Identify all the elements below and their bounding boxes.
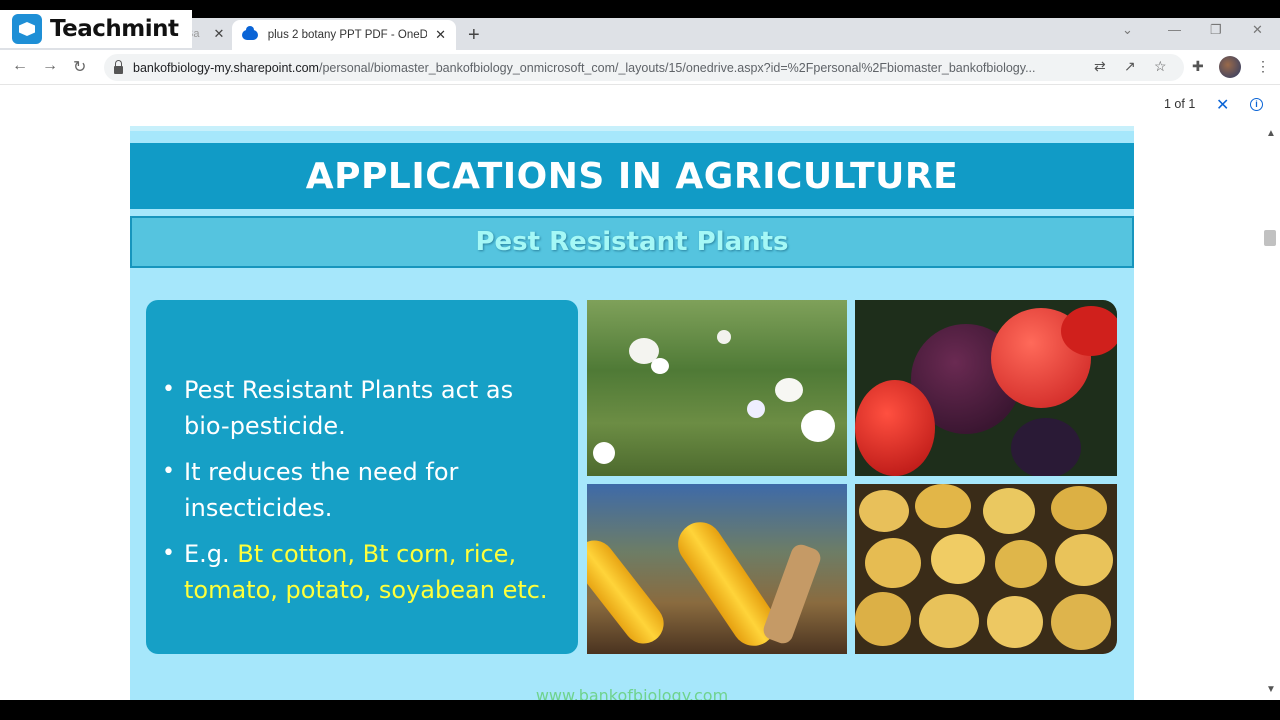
lock-icon (114, 59, 123, 74)
info-icon[interactable]: i (1250, 98, 1263, 111)
scroll-down-arrow-icon[interactable]: ▼ (1266, 684, 1276, 695)
slide-title: APPLICATIONS IN AGRICULTURE (305, 155, 959, 197)
bullet-panel: • Pest Resistant Plants act as bio-pesti… (146, 300, 578, 654)
teachmint-watermark: Teachmint (0, 10, 192, 48)
address-bar[interactable]: bankofbiology-my.sharepoint.com /persona… (104, 54, 1184, 81)
slide-footer-url: www.bankofbiology.com (535, 686, 729, 700)
minimize-icon[interactable]: — (1168, 22, 1181, 37)
scrollbar-thumb[interactable] (1264, 230, 1276, 246)
close-window-icon[interactable]: ✕ (1252, 22, 1263, 38)
example-highlight: Bt cotton, Bt corn, rice, tomato, potato… (184, 540, 548, 604)
profile-avatar[interactable] (1219, 56, 1241, 78)
bullet-text: Pest Resistant Plants act as bio-pestici… (184, 376, 514, 440)
bullet-dot: • (162, 541, 175, 566)
tab-search-icon[interactable]: ⌄ (1122, 22, 1133, 38)
onedrive-icon (242, 26, 258, 40)
slide-title-band: APPLICATIONS IN AGRICULTURE (130, 143, 1134, 209)
potatoes-image (855, 484, 1117, 654)
slide-subtitle: Pest Resistant Plants (475, 227, 789, 257)
teachmint-logo-icon (12, 14, 42, 44)
bookmark-star-icon[interactable]: ☆ (1154, 58, 1167, 75)
bullet-dot: • (162, 459, 175, 484)
scroll-up-arrow-icon[interactable]: ▲ (1266, 128, 1276, 139)
window-bottom-border (0, 700, 1280, 720)
tomatoes-image (855, 300, 1117, 476)
corn-cobs-image (587, 484, 847, 654)
slide-top-divider (130, 126, 1134, 131)
cotton-plant-image (587, 300, 847, 476)
reload-icon[interactable]: ↻ (73, 57, 86, 77)
forward-icon[interactable]: → (42, 57, 58, 75)
example-prefix: E.g. (184, 540, 238, 568)
tab-inactive[interactable]: Ba ✕ (186, 25, 226, 43)
viewer-header (0, 86, 1280, 126)
share-icon[interactable]: ↗ (1124, 58, 1136, 75)
tab-close-icon[interactable]: ✕ (213, 26, 224, 42)
window-top-border (0, 0, 1280, 18)
brand-name: Teachmint (50, 16, 179, 42)
bullet-text: It reduces the need for insecticides. (184, 458, 459, 522)
url-path: /personal/biomaster_bankofbiology_onmicr… (318, 60, 1036, 75)
bullet-item: • Pest Resistant Plants act as bio-pesti… (160, 372, 566, 444)
page-count: 1 of 1 (1164, 97, 1196, 111)
tab-active-title: plus 2 botany PPT PDF - OneDrive (267, 29, 428, 41)
tab-active[interactable]: plus 2 botany PPT PDF - OneDrive ✕ (232, 20, 456, 50)
presentation-slide: APPLICATIONS IN AGRICULTURE Pest Resista… (130, 126, 1134, 700)
bullet-dot: • (162, 377, 175, 402)
tab-close-icon[interactable]: ✕ (435, 27, 446, 43)
slide-subtitle-band: Pest Resistant Plants (130, 216, 1134, 268)
bullet-item: • E.g. Bt cotton, Bt corn, rice, tomato,… (160, 536, 566, 608)
browser-toolbar: ← → ↻ bankofbiology-my.sharepoint.com /p… (0, 50, 1280, 85)
back-icon[interactable]: ← (12, 57, 28, 75)
bullet-text: E.g. Bt cotton, Bt corn, rice, tomato, p… (184, 540, 548, 604)
extensions-icon[interactable]: ✚ (1192, 58, 1204, 75)
bullet-item: • It reduces the need for insecticides. (160, 454, 566, 526)
translate-icon[interactable]: ⇄ (1094, 58, 1106, 75)
viewer-close-icon[interactable]: ✕ (1216, 95, 1229, 115)
menu-icon[interactable]: ⋮ (1256, 58, 1270, 75)
url-host: bankofbiology-my.sharepoint.com (133, 60, 319, 75)
new-tab-icon[interactable]: + (468, 24, 480, 47)
restore-icon[interactable]: ❐ (1210, 22, 1222, 38)
